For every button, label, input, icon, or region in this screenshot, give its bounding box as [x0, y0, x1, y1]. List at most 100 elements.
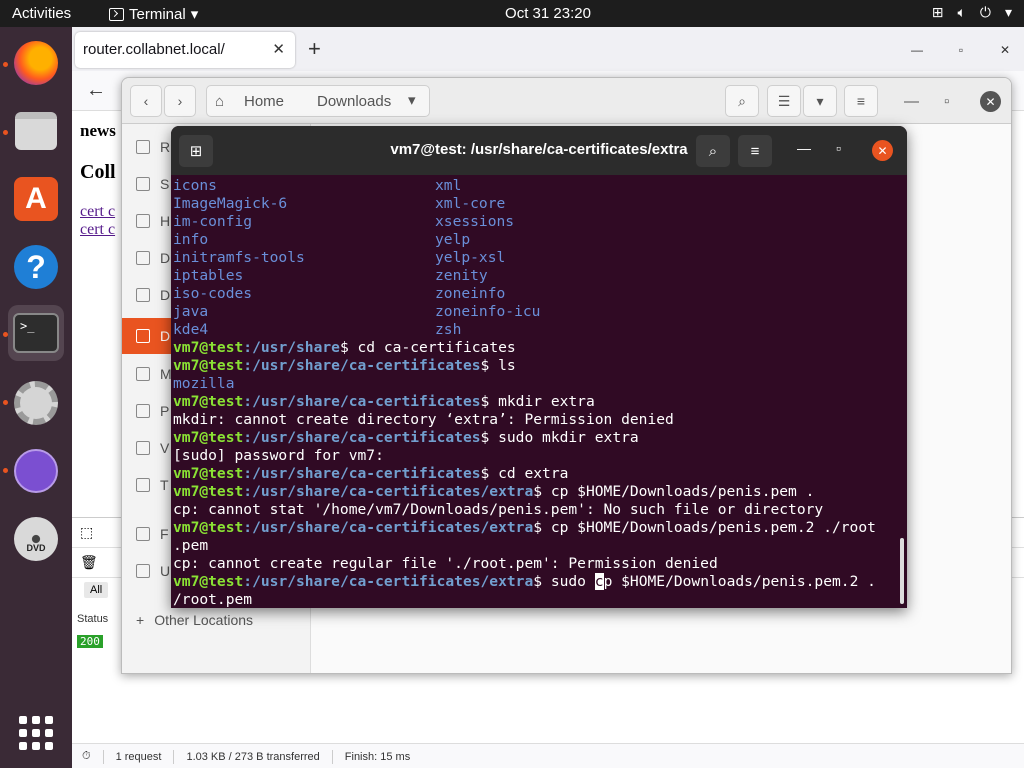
- show-applications-button[interactable]: [8, 705, 64, 761]
- terminal-line: vm7@test:/usr/share/ca-certificates$ mkd…: [173, 393, 907, 411]
- ls-entry: icons: [173, 177, 217, 194]
- ls-entry: xsessions: [435, 213, 515, 230]
- trash-icon[interactable]: 🗑︎: [80, 554, 98, 571]
- menu-icon[interactable]: ≡: [844, 85, 878, 117]
- menu-icon[interactable]: ≡: [738, 135, 772, 167]
- globe-icon: [14, 449, 58, 493]
- terminal-output[interactable]: icons xml ImageMagick-6 xml-core im-config xs…: [171, 175, 907, 608]
- new-tab-button[interactable]: +: [308, 36, 321, 62]
- dock-terminal[interactable]: >_: [8, 305, 64, 361]
- download-icon: [136, 329, 150, 343]
- filter-all-button[interactable]: All: [84, 582, 109, 598]
- search-icon[interactable]: ⌕: [696, 135, 730, 167]
- tab-title: router.collabnet.local/: [83, 41, 225, 58]
- ls-entry: zoneinfo-icu: [435, 303, 541, 320]
- ls-entry: java: [173, 303, 209, 320]
- terminal-scrollbar[interactable]: [900, 538, 904, 604]
- command-output: .pem: [173, 537, 209, 554]
- page-heading: news: [80, 121, 116, 140]
- maximize-icon[interactable]: ▫: [950, 39, 972, 61]
- terminal-line: .pem: [173, 537, 907, 555]
- dock-files[interactable]: [8, 103, 64, 159]
- text-cursor: c: [594, 573, 604, 590]
- dock-help[interactable]: ?: [8, 239, 64, 295]
- view-options-icon[interactable]: ▾: [803, 85, 837, 117]
- prompt-path: :/usr/share/ca-certificates: [243, 393, 481, 410]
- ls-entry: zenity: [435, 267, 488, 284]
- dvd-icon: DVD: [14, 517, 58, 561]
- prompt-path: :/usr/share/ca-certificates: [243, 429, 481, 446]
- terminal-line: kde4 zsh: [173, 321, 907, 339]
- status-badge: 200: [77, 635, 103, 648]
- finish-time: Finish: 15 ms: [344, 750, 411, 763]
- close-icon[interactable]: ✕: [994, 39, 1016, 61]
- terminal-window: ⊞ vm7@test: /usr/share/ca-certificates/e…: [171, 126, 907, 608]
- prompt-command: $ cp $HOME/Downloads/penis.pem .: [533, 483, 815, 500]
- files-icon: [15, 112, 57, 150]
- sidebar-item-other-locations[interactable]: + Other Locations: [136, 612, 253, 628]
- status-column-header[interactable]: Status: [77, 613, 108, 625]
- breadcrumb-home[interactable]: Home: [244, 93, 284, 110]
- dock-ubuntu-software[interactable]: A: [8, 171, 64, 227]
- dock-web-browser[interactable]: [8, 443, 64, 499]
- prompt-path: :/usr/share/ca-certificates/extra: [243, 519, 534, 536]
- system-tray[interactable]: ⊞ 🔈︎ ⏻ ▾: [932, 4, 1012, 21]
- caret-down-icon: ▾: [1004, 4, 1012, 20]
- terminal-line: cp: cannot create regular file './root.p…: [173, 555, 907, 573]
- disc-icon: [136, 564, 150, 578]
- terminal-line: [sudo] password for vm7:: [173, 447, 907, 465]
- search-icon[interactable]: ⌕: [725, 85, 759, 117]
- terminal-line: mkdir: cannot create directory ‘extra’: …: [173, 411, 907, 429]
- clock[interactable]: Oct 31 23:20: [0, 5, 1024, 22]
- minimize-icon[interactable]: —: [904, 93, 919, 110]
- ls-entry: iptables: [173, 267, 244, 284]
- dock-settings[interactable]: [8, 375, 64, 431]
- command-output: cp: cannot create regular file './root.p…: [173, 555, 718, 572]
- home-icon: [136, 214, 150, 228]
- transfer-size: 1.03 KB / 273 B transferred: [186, 750, 320, 763]
- forward-icon[interactable]: ›: [164, 85, 196, 117]
- prompt-command: p $HOME/Downloads/penis.pem.2 .: [603, 573, 876, 590]
- back-icon[interactable]: ‹: [130, 85, 162, 117]
- dock-dvd[interactable]: DVD: [8, 511, 64, 567]
- prompt-user-host: vm7@test: [173, 393, 244, 410]
- terminal-line: vm7@test:/usr/share/ca-certificates$ ls: [173, 357, 907, 375]
- terminal-line: vm7@test:/usr/share/ca-certificates/extr…: [173, 519, 907, 537]
- maximize-icon[interactable]: ▫: [836, 140, 841, 156]
- ls-entry: xml-core: [435, 195, 506, 212]
- page-link[interactable]: cert c: [80, 221, 115, 239]
- close-icon[interactable]: ✕: [980, 91, 1001, 112]
- ls-entry: kde4: [173, 321, 209, 338]
- maximize-icon[interactable]: ▫: [944, 93, 949, 110]
- minimize-icon[interactable]: —: [797, 140, 811, 156]
- ls-entry: mozilla: [173, 375, 235, 392]
- prompt-command: $ sudo: [533, 573, 595, 590]
- timer-icon: ⏱: [82, 750, 91, 762]
- prompt-command: $ cp $HOME/Downloads/penis.pem.2 ./root: [533, 519, 876, 536]
- devtools-statusbar: ⏱ 1 request 1.03 KB / 273 B transferred …: [72, 743, 1024, 768]
- top-bar: Activities Terminal ▾ Oct 31 23:20 ⊞ 🔈︎ …: [0, 0, 1024, 27]
- browser-tab[interactable]: router.collabnet.local/ ✕: [75, 32, 295, 68]
- caret-down-icon[interactable]: ▾: [408, 91, 416, 109]
- prompt-user-host: vm7@test: [173, 339, 244, 356]
- terminal-line: ImageMagick-6 xml-core: [173, 195, 907, 213]
- prompt-path: :/usr/share: [243, 339, 340, 356]
- terminal-line: vm7@test:/usr/share/ca-certificates$ sud…: [173, 429, 907, 447]
- document-icon: [136, 288, 150, 302]
- drive-icon: [136, 527, 150, 541]
- pick-element-icon[interactable]: ⬚: [80, 524, 93, 541]
- ls-entry: ImageMagick-6: [173, 195, 288, 212]
- breadcrumb-downloads[interactable]: Downloads: [317, 93, 391, 110]
- dock-firefox[interactable]: [8, 35, 64, 91]
- close-icon[interactable]: ✕: [872, 140, 893, 161]
- back-arrow-icon[interactable]: ←: [86, 79, 106, 102]
- list-view-icon[interactable]: ☰: [767, 85, 801, 117]
- minimize-icon[interactable]: —: [906, 39, 928, 61]
- close-tab-icon[interactable]: ✕: [272, 40, 285, 58]
- prompt-command: $ ls: [480, 357, 516, 374]
- prompt-user-host: vm7@test: [173, 465, 244, 482]
- other-locations-label: Other Locations: [154, 612, 254, 628]
- page-link[interactable]: cert c: [80, 203, 115, 221]
- music-icon: [136, 367, 150, 381]
- prompt-command: $ cd extra: [480, 465, 569, 482]
